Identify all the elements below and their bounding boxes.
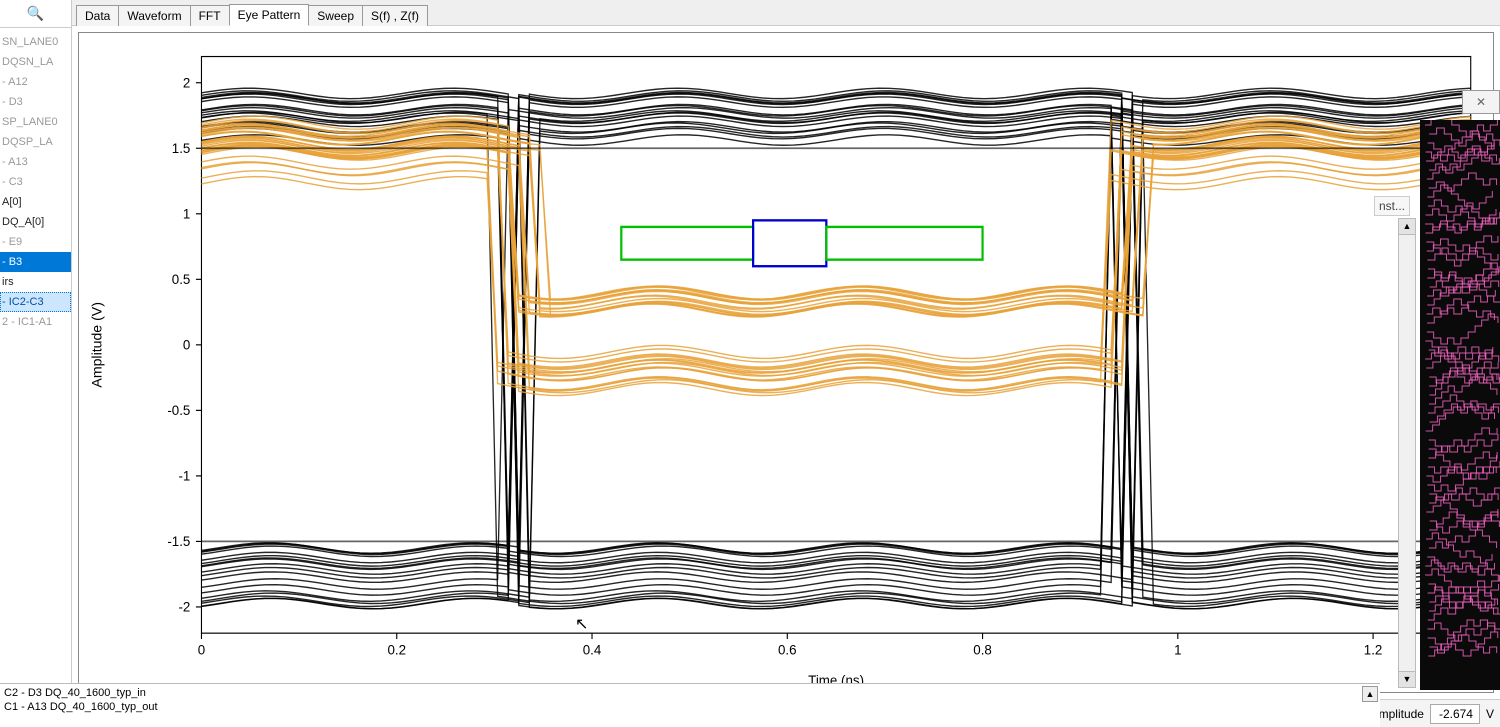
- scroll-up-icon[interactable]: ▲: [1362, 686, 1378, 702]
- signal-item[interactable]: irs: [0, 272, 71, 292]
- log-line: C1 - A13 DQ_40_1600_typ_out: [4, 700, 1376, 714]
- signal-item[interactable]: 2 - IC1-A1: [0, 312, 71, 332]
- sidebar: 🔍 SN_LANE0DQSN_LA- A12- D3SP_LANE0DQSP_L…: [0, 0, 72, 727]
- tab-data[interactable]: Data: [76, 5, 119, 26]
- signal-item[interactable]: - C3: [0, 172, 71, 192]
- tab-sweep[interactable]: Sweep: [308, 5, 363, 26]
- svg-text:1.2: 1.2: [1364, 642, 1383, 657]
- svg-text:1: 1: [183, 206, 190, 221]
- view-tabs: DataWaveformFFTEye PatternSweepS(f) , Z(…: [72, 0, 1500, 26]
- svg-text:0: 0: [198, 642, 206, 657]
- amplitude-unit: V: [1486, 707, 1494, 721]
- tab-eye-pattern[interactable]: Eye Pattern: [229, 4, 310, 26]
- svg-text:-0.5: -0.5: [167, 403, 190, 418]
- log-panel: C2 - D3 DQ_40_1600_typ_in C1 - A13 DQ_40…: [0, 683, 1380, 727]
- signal-item[interactable]: - A12: [0, 72, 71, 92]
- svg-text:-1: -1: [178, 468, 190, 483]
- signal-item[interactable]: - IC2-C3: [0, 292, 71, 312]
- svg-text:0.5: 0.5: [172, 272, 191, 287]
- svg-text:0.6: 0.6: [778, 642, 797, 657]
- log-line: C2 - D3 DQ_40_1600_typ_in: [4, 686, 1376, 700]
- signal-item[interactable]: - B3: [0, 252, 71, 272]
- right-tab-hint[interactable]: nst...: [1374, 196, 1410, 216]
- signal-item[interactable]: SP_LANE0: [0, 112, 71, 132]
- eye-diagram-plot[interactable]: -2-1.5-1-0.500.511.5200.20.40.60.811.2Ti…: [78, 32, 1494, 693]
- tab-fft[interactable]: FFT: [190, 5, 230, 26]
- signal-item[interactable]: SN_LANE0: [0, 32, 71, 52]
- svg-text:0.8: 0.8: [973, 642, 992, 657]
- signal-item[interactable]: DQ_A[0]: [0, 212, 71, 232]
- svg-text:-1.5: -1.5: [167, 534, 190, 549]
- svg-text:0: 0: [183, 337, 191, 352]
- close-icon[interactable]: ✕: [1462, 90, 1500, 114]
- signal-item[interactable]: - E9: [0, 232, 71, 252]
- signal-list[interactable]: SN_LANE0DQSN_LA- A12- D3SP_LANE0DQSP_LA-…: [0, 28, 71, 707]
- pcb-layout-preview: [1420, 120, 1500, 690]
- scroll-up-icon[interactable]: ▲: [1399, 219, 1415, 235]
- signal-item[interactable]: A[0]: [0, 192, 71, 212]
- signal-item[interactable]: DQSN_LA: [0, 52, 71, 72]
- svg-text:1: 1: [1174, 642, 1181, 657]
- tab-s-f-z-f-[interactable]: S(f) , Z(f): [362, 5, 428, 26]
- main: DataWaveformFFTEye PatternSweepS(f) , Z(…: [72, 0, 1500, 727]
- svg-text:2: 2: [183, 75, 190, 90]
- scroll-down-icon[interactable]: ▼: [1399, 671, 1415, 687]
- amplitude-readout: -2.674: [1430, 704, 1480, 724]
- signal-item[interactable]: - A13: [0, 152, 71, 172]
- tab-waveform[interactable]: Waveform: [118, 5, 190, 26]
- binoculars-icon[interactable]: 🔍: [0, 0, 71, 28]
- signal-item[interactable]: - D3: [0, 92, 71, 112]
- svg-text:-2: -2: [178, 599, 190, 614]
- right-scrollbar[interactable]: ▲ ▼: [1398, 218, 1416, 688]
- svg-text:0.2: 0.2: [387, 642, 406, 657]
- signal-item[interactable]: DQSP_LA: [0, 132, 71, 152]
- svg-text:1.5: 1.5: [172, 141, 191, 156]
- svg-text:0.4: 0.4: [583, 642, 602, 657]
- svg-text:Amplitude (V): Amplitude (V): [90, 302, 105, 387]
